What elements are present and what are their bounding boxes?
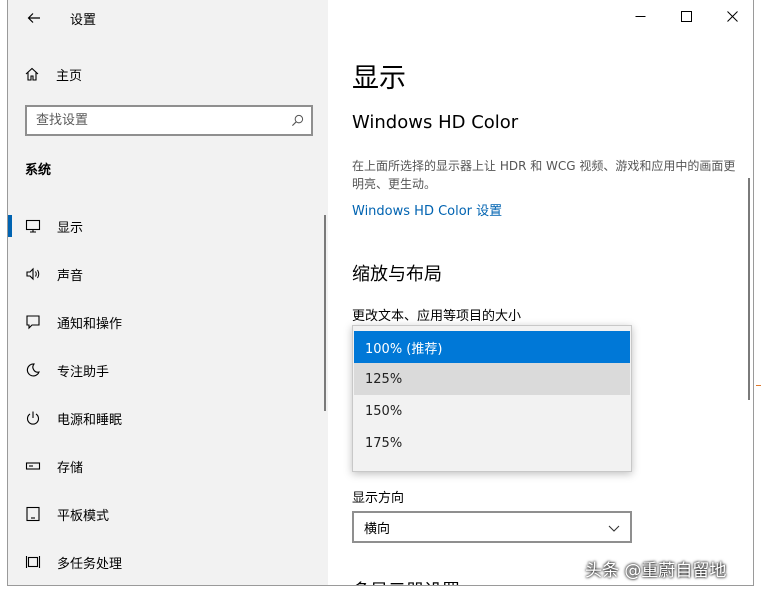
maximize-icon [680, 10, 692, 22]
nav-home-label: 主页 [56, 68, 83, 84]
orientation-value: 横向 [364, 521, 391, 537]
hd-color-settings-link[interactable]: Windows HD Color 设置 [352, 200, 502, 219]
nav-section-title: 系统 [25, 163, 52, 178]
nav-list: 显示 声音 通知和操作 专注助手 电源和睡眠 存储 平板模式 多任务处理 [8, 202, 328, 585]
back-button[interactable] [20, 4, 48, 32]
window-title: 设置 [70, 13, 97, 28]
notification-icon [25, 314, 41, 330]
nav-item-label: 专注助手 [57, 364, 110, 380]
nav-item-focus-assist[interactable]: 专注助手 [8, 346, 328, 394]
tablet-icon [25, 506, 41, 522]
search-box[interactable] [25, 105, 313, 136]
content-pane: 显示 Windows HD Color 在上面所选择的显示器上让 HDR 和 W… [328, 0, 753, 585]
nav-item-label: 通知和操作 [57, 316, 123, 332]
scale-option-100[interactable]: 100% (推荐) [354, 331, 630, 363]
nav-item-multitasking[interactable]: 多任务处理 [8, 538, 328, 585]
nav-pane: 设置 主页 系统 显示 声音 通知和操作 [8, 0, 328, 585]
power-icon [25, 410, 41, 426]
scale-dropdown-list: 100% (推荐) 125% 150% 175% [352, 325, 632, 472]
orientation-label: 显示方向 [352, 491, 405, 506]
multitask-icon [25, 554, 41, 570]
chevron-down-icon [608, 525, 620, 532]
nav-item-tablet-mode[interactable]: 平板模式 [8, 490, 328, 538]
scale-option-175[interactable]: 175% [354, 427, 630, 459]
window-controls [617, 0, 753, 32]
speaker-icon [25, 266, 41, 282]
nav-item-label: 声音 [57, 268, 84, 284]
nav-item-label: 平板模式 [57, 508, 110, 524]
scale-option-125[interactable]: 125% [354, 363, 630, 395]
monitor-icon [25, 218, 41, 234]
nav-item-label: 电源和睡眠 [57, 412, 123, 428]
nav-item-label: 多任务处理 [57, 556, 123, 572]
settings-window: 设置 主页 系统 显示 声音 通知和操作 [7, 0, 754, 586]
arrow-left-icon [27, 13, 40, 23]
moon-icon [25, 362, 41, 378]
nav-item-label: 显示 [57, 220, 84, 236]
nav-item-display[interactable]: 显示 [8, 202, 328, 250]
orientation-select[interactable]: 横向 [352, 511, 632, 543]
scale-option-150[interactable]: 150% [354, 395, 630, 427]
close-button[interactable] [709, 0, 753, 32]
storage-icon [25, 458, 41, 474]
page-title: 显示 [352, 63, 406, 94]
home-icon [24, 66, 40, 82]
multiple-displays-heading: 多显示器设置 [352, 577, 460, 585]
minimize-icon [635, 15, 645, 17]
close-icon [726, 10, 738, 22]
watermark: 头条 @重蔚自留地 [585, 561, 727, 581]
search-icon [291, 114, 304, 127]
scale-layout-heading: 缩放与布局 [352, 264, 442, 285]
nav-home[interactable]: 主页 [24, 62, 82, 86]
scale-label: 更改文本、应用等项目的大小 [352, 309, 522, 324]
hd-color-heading: Windows HD Color [352, 112, 519, 133]
minimize-button[interactable] [617, 0, 663, 32]
nav-item-power-sleep[interactable]: 电源和睡眠 [8, 394, 328, 442]
nav-item-sound[interactable]: 声音 [8, 250, 328, 298]
nav-scrollbar[interactable] [324, 215, 326, 411]
nav-item-label: 存储 [57, 460, 84, 476]
maximize-button[interactable] [663, 0, 709, 32]
nav-item-notifications[interactable]: 通知和操作 [8, 298, 328, 346]
edge-accent [756, 385, 761, 386]
nav-item-storage[interactable]: 存储 [8, 442, 328, 490]
content-scrollbar[interactable] [748, 178, 750, 400]
hd-color-description: 在上面所选择的显示器上让 HDR 和 WCG 视频、游戏和应用中的画面更明亮、更… [352, 159, 736, 191]
search-input[interactable] [27, 107, 277, 134]
